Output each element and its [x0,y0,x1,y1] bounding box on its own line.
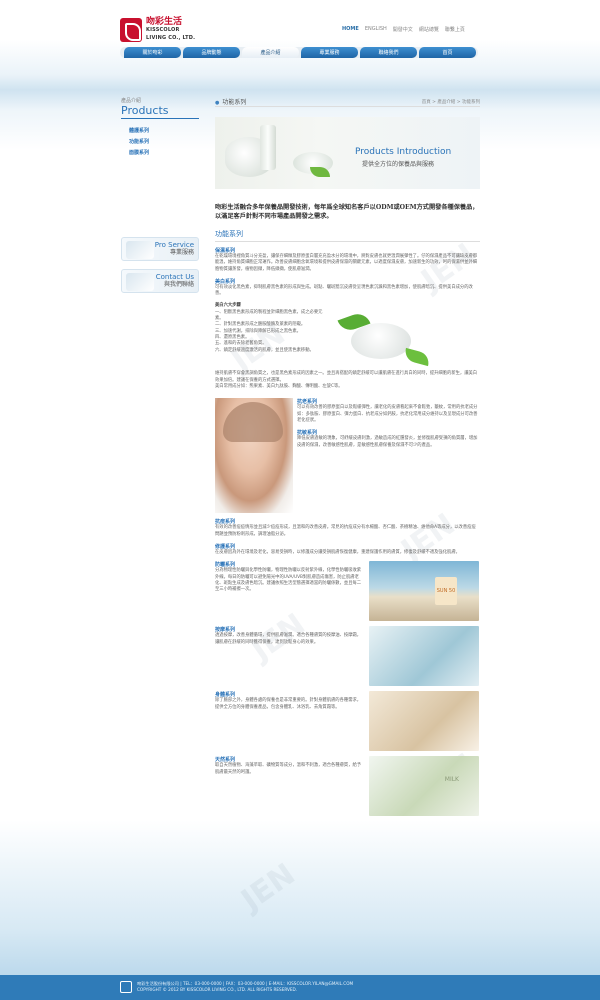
cream-image [329,303,439,371]
model-image [215,398,293,514]
service-image-icon [126,241,154,259]
toplink-home[interactable]: HOME [342,26,359,33]
nav-service[interactable]: 專業服務 [301,47,358,58]
antiaging-text: 可以有效改善的膠原蛋白以及鬆緩彈性，讓老化的皮膚看起來不會鬆弛，皺紋，常用的抗老… [297,405,478,423]
brand-name-en2: LIVING CO., LTD. [146,35,196,41]
nav-contact[interactable]: 聯絡我們 [360,47,417,58]
pro-service-en: Pro Service [154,241,194,249]
sidebar-item-mask[interactable]: 面膜系列 [129,149,199,156]
hero-title-cn: 提供全方位的保養品與服務 [362,161,435,168]
nav-home[interactable]: 首頁 [419,47,476,58]
sidebar-item-functional[interactable]: 功能系列 [129,138,199,145]
brand-logo[interactable]: 吻彩生活 KISSCOLOR LIVING CO., LTD. [120,15,230,45]
breadcrumb[interactable]: 首頁 > 產品介紹 > 功能系列 [422,99,480,105]
contact-cn: 與我們聯絡 [163,281,194,288]
footer-logo-icon [120,981,132,993]
sidebar-title-en: Products [121,104,199,119]
sidebar-products-box: 產品介紹 Products 體護系列 功能系列 面膜系列 [121,97,199,167]
natural-image [369,756,479,817]
contact-en: Contact Us [155,273,194,281]
moisturizing-title: 保濕系列 [215,248,236,254]
nav-products[interactable]: 產品介紹 [242,47,299,58]
section-title: 功能系列 [215,229,480,242]
toplink-sitemap[interactable]: 網站總覽 [419,26,439,33]
top-links: HOME ENGLISH 開發中文 網站總覽 聯繫上頁 [342,26,465,33]
nav-news[interactable]: 品牌動態 [183,47,240,58]
repair-title: 修護系列 [215,543,236,550]
bottle-image [260,125,276,170]
contact-image-icon [126,273,154,291]
whitening-text: 可有效淡化黑色素，抑制肌膚黑色素的形成與生成。斑點、曬斑黯沉皮膚從呈現色素沉澱和… [215,284,473,297]
sidebar-item-body[interactable]: 體護系列 [129,127,199,134]
whitening-after-text: 維持肌膚不穿會黑調角質之，也是黑色素形成的因素之一。並且再搭配的鎮定舒緩可以讓肌… [215,371,478,383]
body-text: 除了臉部之外，身體各處的保養也是非常重要的。針對身體肌膚的各種需求，提供全方位的… [215,698,362,710]
moisturizing-text: 在乾燥環境裡角質斗分充盈，讓保存細緻及膠原蛋白層充充盈水分的環境中，將對皮膚也就… [215,254,478,272]
acne-text: 有效的改善痘痘情形並且減少痘痘形成，且溫和的改善皮膚。常見的抗痘成分有水楊酸、杏… [215,525,476,537]
whitening-step-6: 六、鎮定舒緩過度激活的肌膚，並且使黑色素移動。 [215,347,314,353]
whitening-title: 美白系列 [215,278,236,285]
hero-title-en: Products Introduction [355,147,452,157]
natural-text: 取自天然植物、海藻萃取、礦物質等成分，溫和不刺激，適合各種膚質，給予肌膚最天然的… [215,763,362,775]
footer: 吻彩生活股份有限公司 | TEL：03-000-0000 | FAX：03-00… [0,975,600,1000]
sunscreen-text: 分為物理性防曬與化學性防曬，物理性防曬以反射紫外線，化學性防曬吸收紫外線。每日的… [215,568,362,593]
logo-icon [120,18,142,42]
toplink-chinese[interactable]: 開發中文 [393,26,413,33]
footer-copyright: COPYRIGHT © 2012 BY KISSCOLOR LIVING CO.… [137,987,298,992]
whitening-ingredients: 美白常用成分如：熊果素、美白九肽胺、麴酸、傳明酸、左旋C等。 [215,384,343,390]
pro-service-banner[interactable]: Pro Service 專業服務 [121,237,199,261]
main-content: 功能系列 首頁 > 產品介紹 > 功能系列 Products Introduct… [215,97,480,817]
body-image [369,691,479,752]
sunscreen-image [369,561,479,622]
whitening-step-1: 一、阻斷黑色素形成的製程並針細胞黑色素，成之必要元素。 [215,309,323,322]
pro-service-cn: 專業服務 [169,249,194,256]
repair-text: 在皮膚因為外在環境及老化，容易受損時，以修護成分讓受損肌膚恢復健康，重建保護作用… [215,549,460,555]
massage-text: 透過按摩，改善身體循環，提供肌膚滋潤。適合各種膚質的按摩油、按摩霜，讓肌膚在舒緩… [215,633,362,645]
toplink-english[interactable]: ENGLISH [365,26,387,33]
leaf-icon [402,348,432,367]
sidebar: 產品介紹 Products 體護系列 功能系列 面膜系列 Pro Service… [121,97,199,293]
brand-name-en: KISSCOLOR [146,27,180,33]
page-title: 功能系列 [215,97,246,106]
intro-text: 吻彩生活融合多年保養品開發技術，每年爲全球知名客戶以ODM或OEM方式開發各種保… [215,204,479,220]
antiallergy-text: 降低皮膚過敏的現象，可紓緩皮膚刺激，過敏造成的紅腫發炎，並修復肌膚受損的角質層，… [297,436,478,448]
hero-banner: Products Introduction 提供全方位的保養品與服務 [215,117,480,189]
massage-image [369,626,479,687]
brand-name-cn: 吻彩生活 [146,17,183,27]
contact-banner[interactable]: Contact Us 與我們聯絡 [121,269,199,293]
nav-about[interactable]: 關於吻彩 [124,47,181,58]
sidebar-title-cn: 產品介紹 [121,98,142,104]
main-nav: 關於吻彩 品牌動態 產品介紹 專業服務 聯絡我們 首頁 [120,47,478,58]
toplink-back[interactable]: 聯繫上頁 [445,26,465,33]
whitening-steps: 美白六大步驟 一、阻斷黑色素形成的製程並針細胞黑色素，成之必要元素。 二、針對黑… [215,303,325,371]
